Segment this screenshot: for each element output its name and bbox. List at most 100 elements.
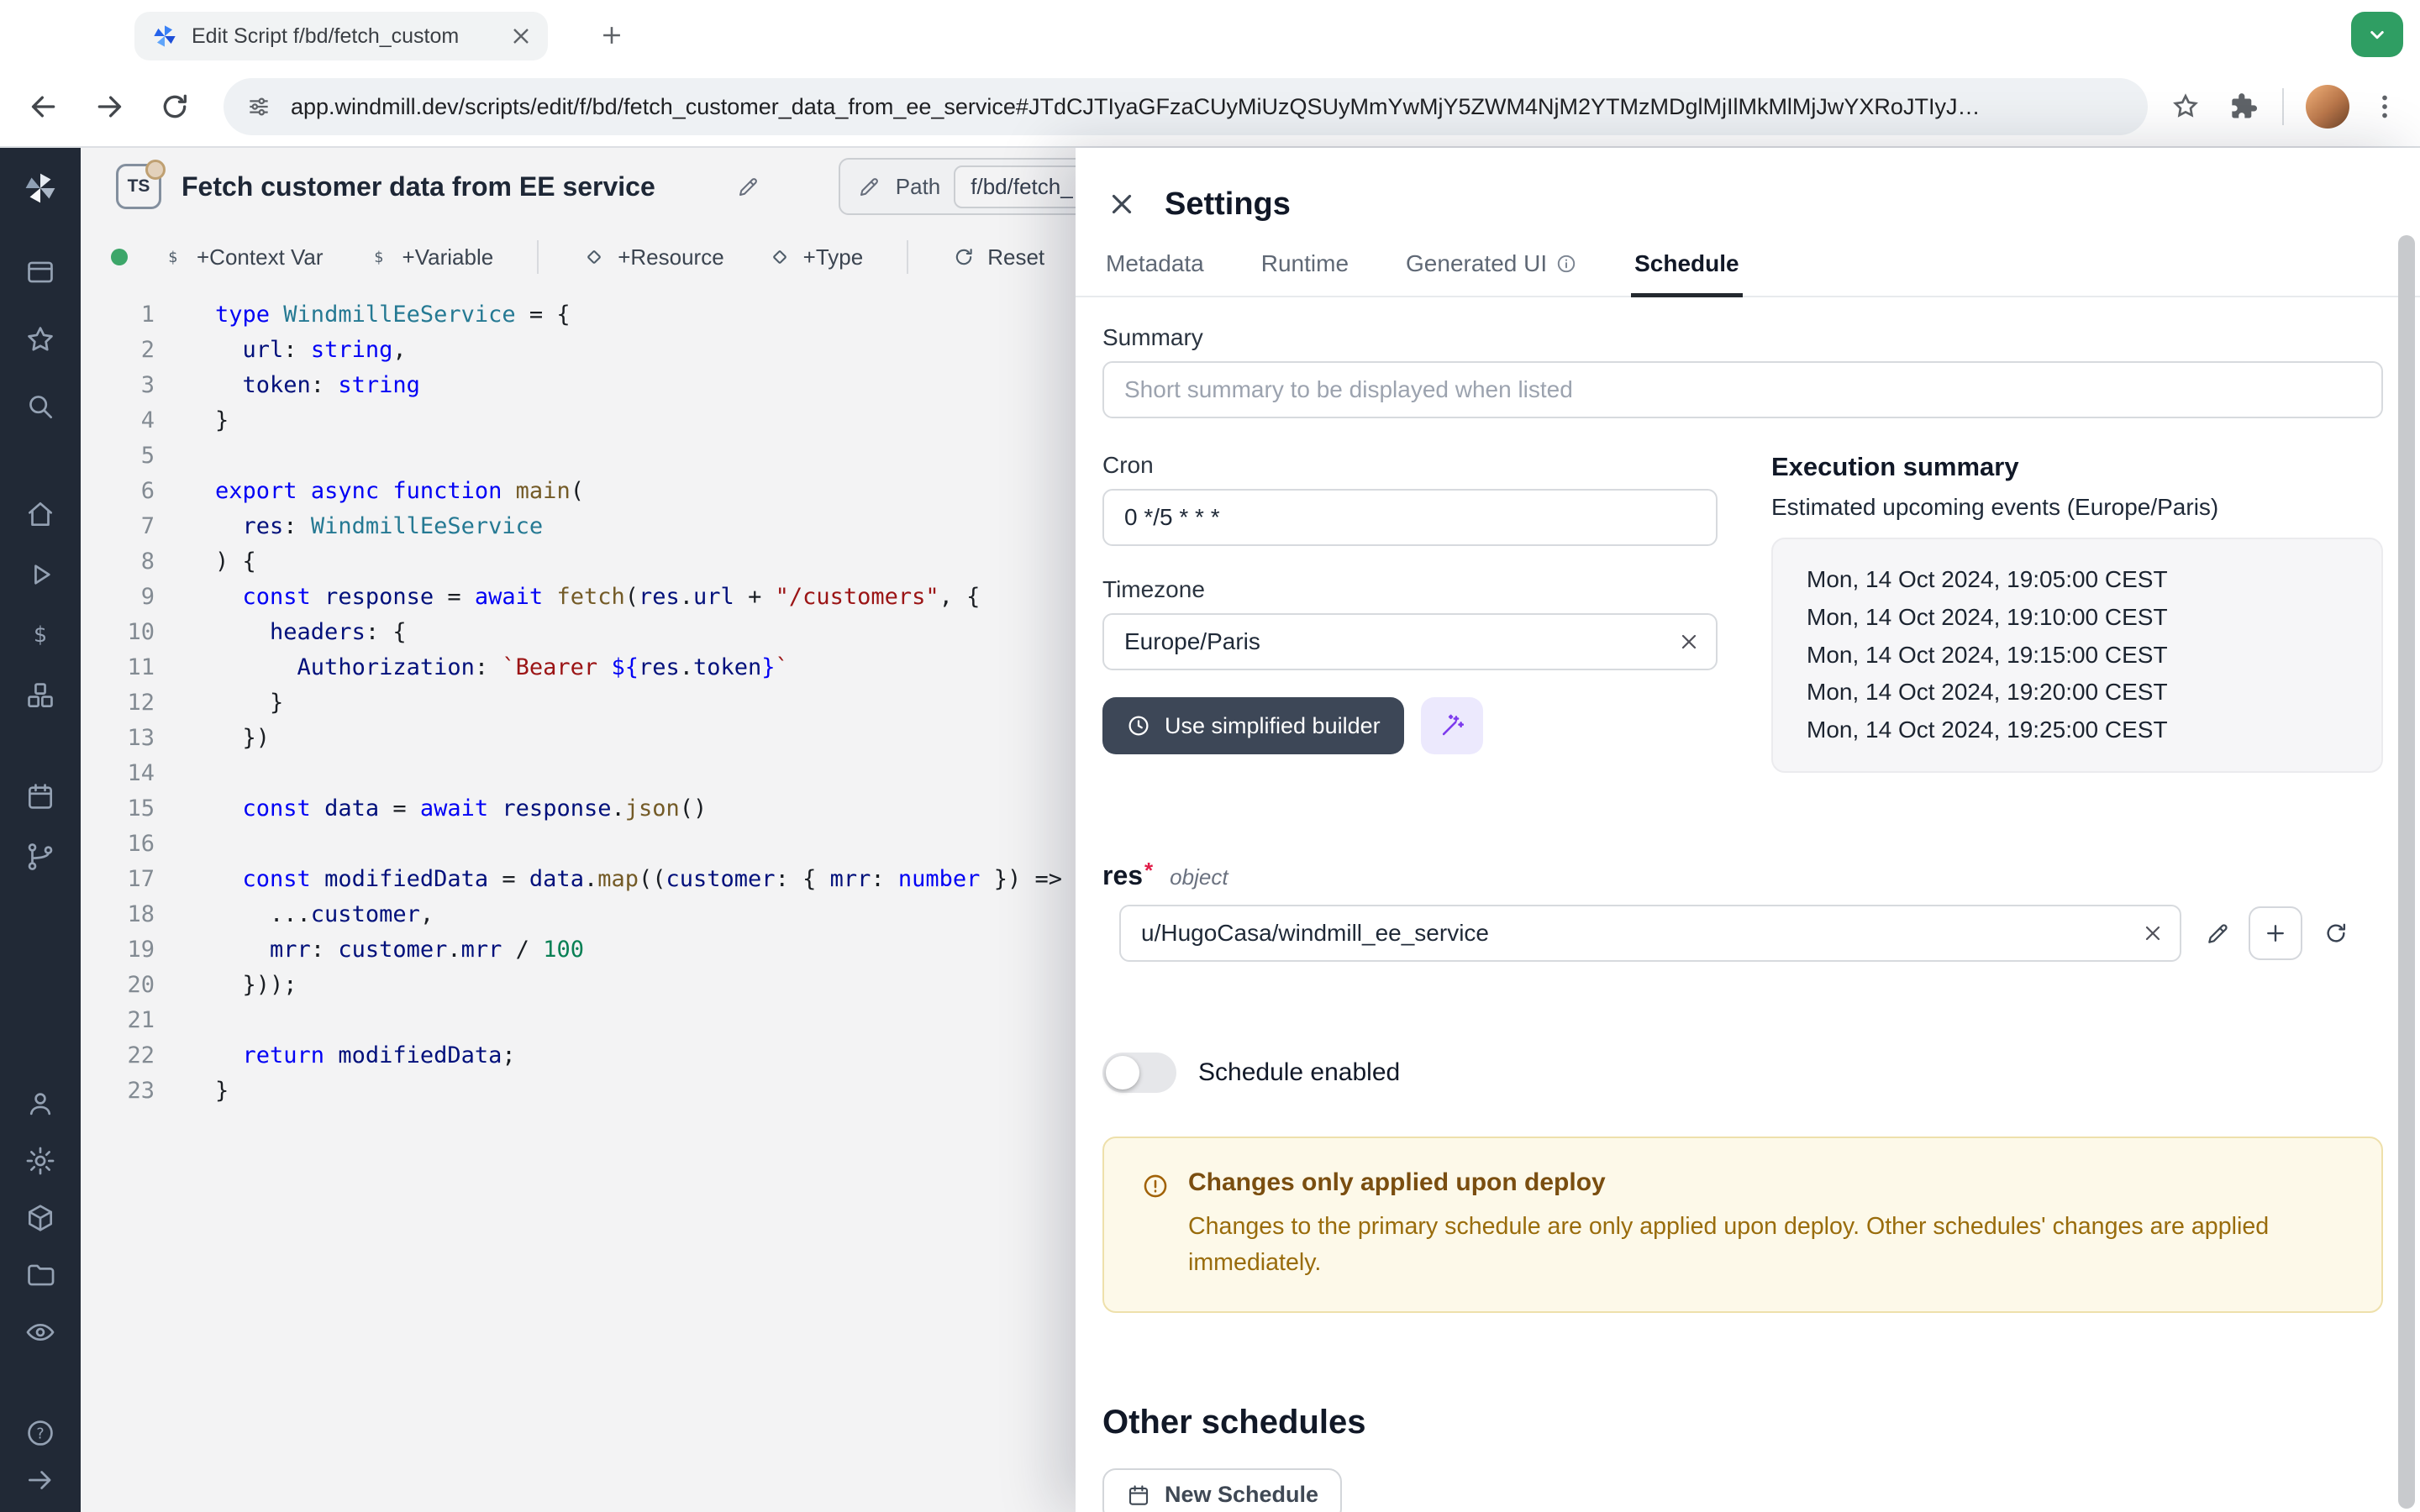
tab-schedule[interactable]: Schedule	[1631, 247, 1742, 296]
tab-close-icon[interactable]	[508, 23, 534, 50]
new-tab-button[interactable]	[592, 15, 632, 55]
dollar-icon: $	[161, 245, 185, 269]
clear-resource-icon[interactable]	[2141, 921, 2165, 945]
sidebar-item-variables[interactable]: $	[0, 605, 81, 665]
schedule-enabled-toggle[interactable]	[1102, 1053, 1176, 1093]
add-variable-button[interactable]: $+Variable	[367, 244, 494, 270]
bookmark-star-icon[interactable]	[2170, 91, 2202, 123]
add-resource-type-button[interactable]: +Resource	[582, 244, 723, 270]
svg-text:?: ?	[36, 1425, 44, 1442]
new-schedule-button[interactable]: New Schedule	[1102, 1468, 1342, 1512]
cron-label: Cron	[1102, 452, 1718, 479]
site-info-icon[interactable]	[245, 93, 272, 120]
diamond-icon	[768, 245, 792, 269]
reload-button[interactable]	[158, 90, 192, 123]
timezone-input[interactable]	[1102, 613, 1718, 670]
line-number: 10	[81, 615, 155, 650]
script-title: Fetch customer data from EE service	[182, 171, 655, 202]
sidebar-item-users[interactable]	[0, 1075, 81, 1132]
edit-path-icon[interactable]	[857, 174, 882, 199]
execution-events: Mon, 14 Oct 2024, 19:05:00 CESTMon, 14 O…	[1771, 538, 2383, 773]
browser-green-dropdown-button[interactable]	[2351, 12, 2403, 57]
edit-resource-button[interactable]	[2205, 920, 2232, 947]
resource-arg-type: object	[1170, 864, 1228, 890]
sidebar-item-branches[interactable]	[0, 827, 81, 887]
line-number: 13	[81, 721, 155, 756]
schedule-event: Mon, 14 Oct 2024, 19:25:00 CEST	[1807, 711, 2348, 749]
tab-metadata[interactable]: Metadata	[1102, 247, 1207, 296]
language-label: TS	[128, 176, 150, 197]
sidebar-item-workspace[interactable]	[0, 242, 81, 302]
browser-tab[interactable]: Edit Script f/bd/fetch_custom	[134, 12, 548, 60]
calendar-icon	[24, 780, 56, 812]
cron-input[interactable]	[1102, 489, 1718, 546]
tab-title: Edit Script f/bd/fetch_custom	[192, 24, 494, 49]
browser-menu-icon[interactable]	[2370, 92, 2400, 122]
user-icon	[24, 1088, 56, 1120]
forward-button[interactable]	[92, 90, 126, 123]
other-schedules-title: Other schedules	[1102, 1404, 2383, 1441]
clear-timezone-icon[interactable]	[1677, 630, 1701, 654]
typescript-badge: TS	[116, 164, 161, 209]
refresh-icon	[2323, 920, 2349, 947]
calendar-icon	[1126, 1483, 1151, 1508]
use-simplified-builder-button[interactable]: Use simplified builder	[1102, 697, 1404, 754]
gear-icon	[24, 1145, 56, 1177]
close-settings-button[interactable]	[1102, 185, 1141, 223]
profile-avatar[interactable]	[2306, 85, 2349, 129]
drawer-scrollbar[interactable]	[2398, 235, 2415, 1509]
edit-title-icon[interactable]	[736, 174, 761, 199]
add-type-button[interactable]: +Type	[768, 244, 864, 270]
line-number: 20	[81, 968, 155, 1003]
sidebar-item-folders[interactable]	[0, 1247, 81, 1304]
sidebar-item-runs[interactable]	[0, 544, 81, 605]
cube-icon	[24, 1202, 56, 1234]
address-bar[interactable]: app.windmill.dev/scripts/edit/f/bd/fetch…	[224, 78, 2148, 135]
line-number: 4	[81, 403, 155, 438]
reset-button[interactable]: Reset	[952, 244, 1044, 270]
sidebar-item-workers[interactable]	[0, 1189, 81, 1247]
line-number: 19	[81, 932, 155, 968]
line-number: 2	[81, 333, 155, 368]
sidebar-item-schedules[interactable]	[0, 766, 81, 827]
settings-drawer: Settings Metadata Runtime Generated UI Sche…	[1076, 148, 2420, 1512]
line-number: 14	[81, 756, 155, 791]
sidebar-item-settings[interactable]	[0, 1132, 81, 1189]
play-icon	[24, 559, 56, 591]
windmill-favicon	[151, 23, 178, 50]
sidebar-item-collapse[interactable]	[0, 1458, 81, 1502]
star-icon	[24, 323, 56, 355]
drawer-header: Settings	[1076, 148, 2420, 247]
info-icon	[1555, 253, 1577, 275]
sidebar-item-windmill-logo[interactable]	[0, 158, 81, 218]
line-number: 12	[81, 685, 155, 721]
extensions-icon[interactable]	[2227, 91, 2259, 123]
sidebar-item-help[interactable]: ?	[0, 1408, 81, 1458]
back-button[interactable]	[27, 90, 60, 123]
add-resource-button[interactable]	[2249, 906, 2302, 960]
magic-wand-icon	[1438, 711, 1466, 740]
ai-cron-generator-button[interactable]	[1421, 697, 1483, 754]
line-number: 8	[81, 544, 155, 580]
close-icon	[1106, 188, 1138, 220]
required-mark: *	[1144, 858, 1153, 884]
execution-summary-subtitle: Estimated upcoming events (Europe/Paris)	[1771, 494, 2383, 521]
sidebar-item-resources[interactable]	[0, 665, 81, 726]
clock-icon	[1126, 713, 1151, 738]
sidebar-item-home[interactable]	[0, 484, 81, 544]
warning-title: Changes only applied upon deploy	[1188, 1168, 2358, 1197]
line-number: 23	[81, 1074, 155, 1109]
line-number: 5	[81, 438, 155, 474]
sidebar-item-favorites[interactable]	[0, 309, 81, 370]
sidebar-item-audit[interactable]	[0, 1304, 81, 1361]
sidebar-item-search[interactable]	[0, 376, 81, 437]
summary-input[interactable]	[1102, 361, 2383, 418]
git-branch-icon	[24, 841, 56, 873]
resource-input[interactable]	[1119, 905, 2181, 962]
tab-runtime[interactable]: Runtime	[1258, 247, 1352, 296]
tab-generated-ui[interactable]: Generated UI	[1402, 247, 1581, 296]
add-context-var-button[interactable]: $+Context Var	[161, 244, 324, 270]
refresh-resource-button[interactable]	[2323, 920, 2349, 947]
line-number: 17	[81, 862, 155, 897]
forward-arrow-icon	[92, 90, 126, 123]
